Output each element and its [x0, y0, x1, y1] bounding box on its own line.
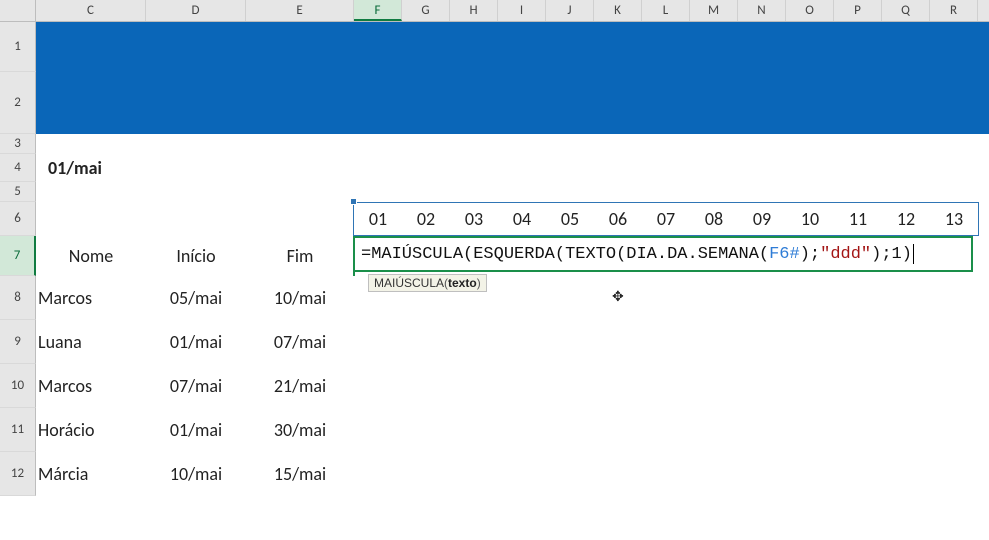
table-cell-nome[interactable]: Luana — [32, 320, 146, 364]
row-header-12[interactable]: 12 — [0, 452, 36, 496]
col-header-J[interactable]: J — [546, 0, 594, 21]
spill-cell[interactable]: 07 — [642, 202, 690, 236]
spill-cell[interactable]: 05 — [546, 202, 594, 236]
col-header-H[interactable]: H — [450, 0, 498, 21]
spill-cell[interactable]: 09 — [738, 202, 786, 236]
col-header-D[interactable]: D — [146, 0, 246, 21]
banner — [36, 22, 989, 134]
date-cell[interactable]: 01/mai — [42, 154, 108, 182]
spill-cell[interactable]: 03 — [450, 202, 498, 236]
spill-cell[interactable]: 13 — [930, 202, 978, 236]
col-header-inicio[interactable]: Início — [146, 236, 246, 276]
col-header-I[interactable]: I — [498, 0, 546, 21]
col-header-F[interactable]: F — [354, 0, 402, 21]
col-header-P[interactable]: P — [834, 0, 882, 21]
table-cell-inicio[interactable]: 05/mai — [146, 276, 246, 320]
cells-area[interactable]: 01/mai Nome Início Fim Marcos05/mai10/ma… — [36, 22, 989, 496]
col-header-fim[interactable]: Fim — [246, 236, 354, 276]
row-header-10[interactable]: 10 — [0, 364, 36, 408]
table-cell-nome[interactable]: Marcos — [32, 364, 146, 408]
table-cell-nome[interactable]: Marcos — [32, 276, 146, 320]
row-header-9[interactable]: 9 — [0, 320, 36, 364]
spill-cell[interactable]: 06 — [594, 202, 642, 236]
column-headers: CDEFGHIJKLMNOPQR — [36, 0, 978, 21]
table-cell-inicio[interactable]: 01/mai — [146, 408, 246, 452]
spill-cell[interactable]: 08 — [690, 202, 738, 236]
spill-cell[interactable]: 01 — [354, 202, 402, 236]
row-header-3[interactable]: 3 — [0, 134, 36, 154]
move-cursor-icon: ✥ — [612, 288, 624, 305]
col-header-K[interactable]: K — [594, 0, 642, 21]
table-cell-inicio[interactable]: 10/mai — [146, 452, 246, 496]
tooltip-arg: texto — [448, 276, 477, 290]
col-header-Q[interactable]: Q — [882, 0, 930, 21]
row-headers: 123456789101112 — [0, 22, 36, 496]
table-cell-fim[interactable]: 30/mai — [246, 408, 354, 452]
spill-cell[interactable]: 02 — [402, 202, 450, 236]
col-header-N[interactable]: N — [738, 0, 786, 21]
spill-cell[interactable]: 10 — [786, 202, 834, 236]
row-header-2[interactable]: 2 — [0, 72, 36, 134]
formula-tooltip: MAIÚSCULA(texto) — [368, 274, 487, 292]
table-cell-inicio[interactable]: 07/mai — [146, 364, 246, 408]
table-cell-nome[interactable]: Horácio — [32, 408, 146, 452]
table-cell-inicio[interactable]: 01/mai — [146, 320, 246, 364]
spill-cell[interactable]: 12 — [882, 202, 930, 236]
tooltip-fn: MAIÚSCULA — [374, 276, 444, 290]
table-cell-nome[interactable]: Márcia — [32, 452, 146, 496]
row-header-8[interactable]: 8 — [0, 276, 36, 320]
col-header-E[interactable]: E — [246, 0, 354, 21]
row-header-11[interactable]: 11 — [0, 408, 36, 452]
table-cell-fim[interactable]: 07/mai — [246, 320, 354, 364]
row-header-1[interactable]: 1 — [0, 22, 36, 72]
select-all-corner[interactable] — [0, 0, 36, 21]
col-header-R[interactable]: R — [930, 0, 978, 21]
col-header-C[interactable]: C — [36, 0, 146, 21]
col-header-G[interactable]: G — [402, 0, 450, 21]
table-cell-fim[interactable]: 15/mai — [246, 452, 354, 496]
col-header-M[interactable]: M — [690, 0, 738, 21]
spill-handle-icon[interactable] — [350, 198, 357, 205]
row-header-7[interactable]: 7 — [0, 236, 36, 276]
spill-cell[interactable]: 04 — [498, 202, 546, 236]
column-header-row: CDEFGHIJKLMNOPQR — [0, 0, 989, 22]
col-header-nome[interactable]: Nome — [36, 236, 146, 276]
spill-cell[interactable]: 11 — [834, 202, 882, 236]
row-header-4[interactable]: 4 — [0, 154, 36, 182]
col-header-L[interactable]: L — [642, 0, 690, 21]
row-header-5[interactable]: 5 — [0, 182, 36, 202]
grid-body: 123456789101112 01/mai Nome Início Fim M… — [0, 22, 989, 496]
table-cell-fim[interactable]: 10/mai — [246, 276, 354, 320]
col-header-O[interactable]: O — [786, 0, 834, 21]
formula-edit-cell[interactable]: =MAIÚSCULA(ESQUERDA(TEXTO(DIA.DA.SEMANA(… — [353, 236, 973, 272]
table-cell-fim[interactable]: 21/mai — [246, 364, 354, 408]
row-header-6[interactable]: 6 — [0, 202, 36, 236]
